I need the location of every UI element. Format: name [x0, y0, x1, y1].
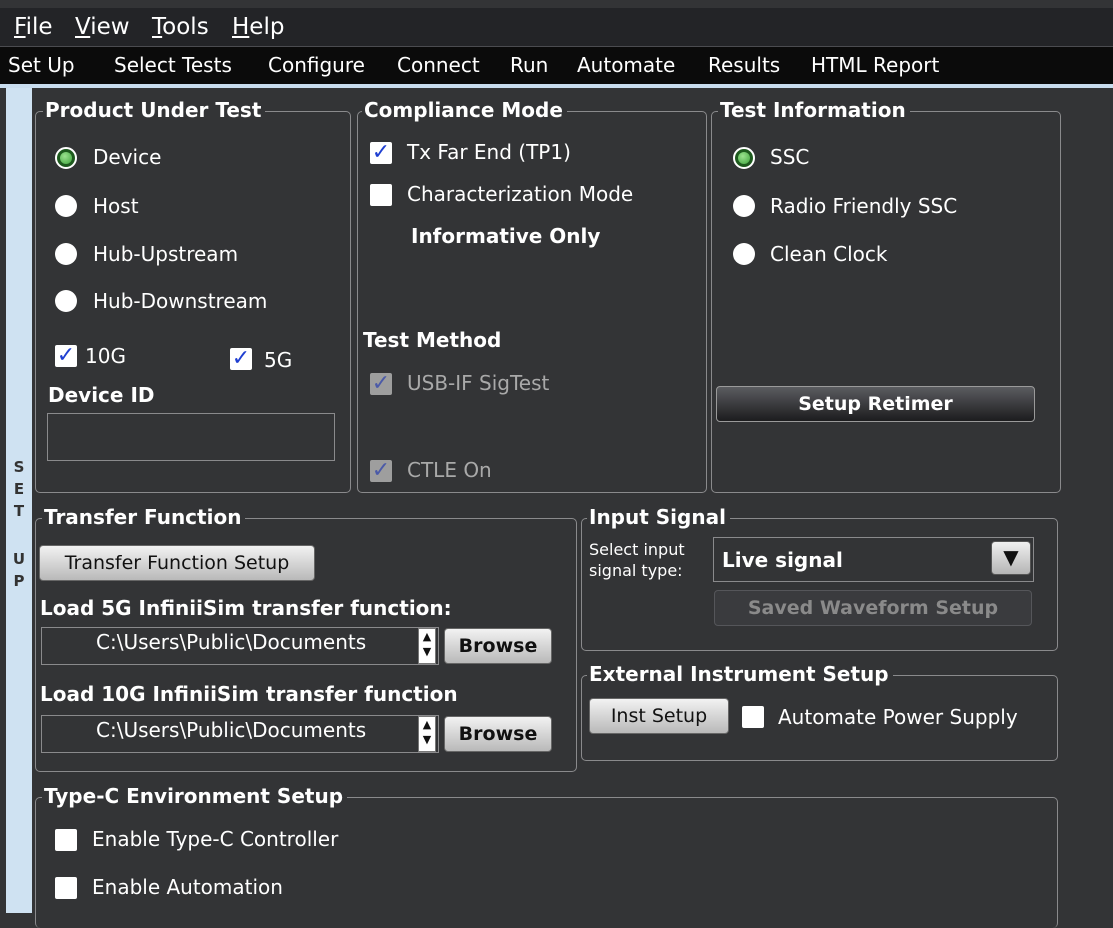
device-id-input[interactable] [47, 413, 335, 461]
type-c-environment-group [35, 797, 1058, 928]
device-radio[interactable] [55, 147, 77, 169]
side-letter: U [12, 550, 26, 568]
ssc-radio[interactable] [733, 147, 755, 169]
hub-upstream-radio[interactable] [55, 243, 77, 265]
enable-automation-checkbox[interactable] [55, 877, 77, 899]
setup-retimer-button[interactable]: Setup Retimer [716, 386, 1035, 422]
browse-10g-button[interactable]: Browse [444, 716, 552, 752]
menu-bar: File View Tools Help [0, 8, 1113, 47]
clean-clock-radio[interactable] [733, 243, 755, 265]
menu-file[interactable]: File [14, 14, 53, 40]
inst-setup-button[interactable]: Inst Setup [589, 698, 729, 734]
test-information-group [711, 111, 1061, 493]
radio-friendly-ssc-radio[interactable] [733, 195, 755, 217]
device-id-label: Device ID [48, 383, 155, 407]
tab-run[interactable]: Run [510, 53, 548, 77]
10g-checkbox[interactable]: ✓ [55, 345, 77, 367]
input-signal-title: Input Signal [587, 504, 730, 530]
ssc-label: SSC [770, 145, 810, 169]
5g-label: 5G [264, 348, 293, 372]
device-label: Device [93, 145, 162, 169]
tab-connect[interactable]: Connect [397, 53, 480, 77]
ctle-on-label: CTLE On [407, 458, 492, 482]
menu-tools[interactable]: Tools [152, 14, 209, 40]
host-radio[interactable] [55, 195, 77, 217]
side-letter: P [13, 572, 25, 590]
load-5g-spinner[interactable]: ▲ ▼ [418, 628, 436, 664]
menu-view[interactable]: View [75, 14, 130, 40]
chevron-down-icon[interactable]: ▼ [991, 541, 1031, 575]
setup-side-strip: S E T U P [6, 88, 32, 913]
tab-configure[interactable]: Configure [268, 53, 365, 77]
input-signal-type-value: Live signal [722, 548, 843, 572]
tab-automate[interactable]: Automate [577, 53, 675, 77]
load-5g-path-input[interactable]: C:\Users\Public\Documents [41, 627, 439, 665]
type-c-environment-title: Type-C Environment Setup [42, 783, 348, 809]
ctle-on-checkbox[interactable]: ✓ [370, 460, 392, 482]
side-letter: T [13, 502, 25, 520]
usb-if-sigtest-checkbox[interactable]: ✓ [370, 373, 392, 395]
host-label: Host [93, 194, 139, 218]
load-10g-spinner[interactable]: ▲ ▼ [418, 716, 436, 752]
load-5g-label: Load 5G InfiniiSim transfer function: [40, 596, 452, 620]
usb-if-sigtest-label: USB-IF SigTest [407, 371, 550, 395]
test-method-label: Test Method [363, 328, 502, 352]
automate-power-supply-label: Automate Power Supply [778, 705, 1018, 729]
select-input-label-1: Select input [589, 540, 685, 559]
characterization-mode-label: Characterization Mode [407, 182, 634, 206]
menu-help[interactable]: Help [232, 14, 284, 40]
5g-checkbox[interactable]: ✓ [230, 348, 252, 370]
tx-far-end-checkbox[interactable]: ✓ [370, 142, 392, 164]
saved-waveform-setup-button[interactable]: Saved Waveform Setup [714, 590, 1032, 626]
select-input-label-2: signal type: [589, 561, 683, 580]
external-instrument-title: External Instrument Setup [587, 661, 893, 687]
tab-html-report[interactable]: HTML Report [811, 53, 939, 77]
tab-bar: Set Up Select Tests Configure Connect Ru… [0, 47, 1113, 88]
tab-select-tests[interactable]: Select Tests [114, 53, 232, 77]
hub-upstream-label: Hub-Upstream [93, 242, 239, 266]
informative-only-label: Informative Only [411, 224, 601, 248]
hub-downstream-radio[interactable] [55, 290, 77, 312]
tab-results[interactable]: Results [708, 53, 780, 77]
enable-type-c-controller-checkbox[interactable] [55, 829, 77, 851]
automate-power-supply-checkbox[interactable] [742, 706, 764, 728]
tx-far-end-label: Tx Far End (TP1) [407, 140, 571, 164]
10g-label: 10G [85, 344, 126, 368]
input-signal-type-select[interactable]: Live signal ▼ [713, 537, 1034, 582]
enable-type-c-controller-label: Enable Type-C Controller [92, 827, 339, 851]
load-10g-label: Load 10G InfiniiSim transfer function [40, 682, 458, 706]
hub-downstream-label: Hub-Downstream [93, 289, 268, 313]
transfer-function-setup-button[interactable]: Transfer Function Setup [39, 545, 315, 581]
test-information-title: Test Information [718, 97, 910, 123]
tab-set-up[interactable]: Set Up [8, 53, 75, 77]
side-letter: E [13, 480, 25, 498]
browse-5g-button[interactable]: Browse [444, 628, 552, 664]
transfer-function-title: Transfer Function [42, 504, 246, 530]
characterization-mode-checkbox[interactable] [370, 184, 392, 206]
product-under-test-title: Product Under Test [43, 97, 266, 123]
compliance-mode-title: Compliance Mode [362, 97, 567, 123]
load-10g-path-input[interactable]: C:\Users\Public\Documents [41, 715, 439, 753]
radio-friendly-ssc-label: Radio Friendly SSC [770, 194, 958, 218]
side-letter: S [13, 458, 25, 476]
compliance-mode-group [357, 111, 707, 493]
enable-automation-label: Enable Automation [92, 875, 283, 899]
clean-clock-label: Clean Clock [770, 242, 888, 266]
